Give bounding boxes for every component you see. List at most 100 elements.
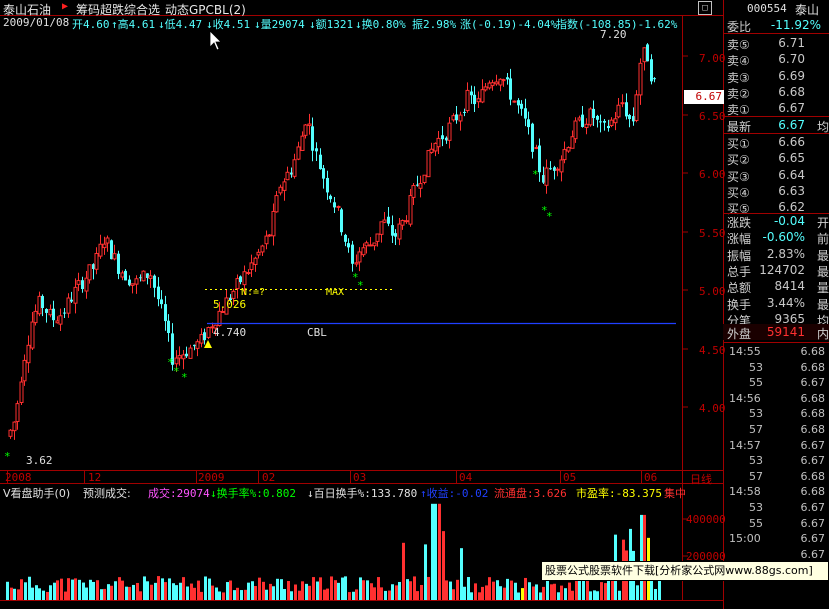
signal-star-marker: * (173, 365, 180, 378)
row-value: -0.60% (762, 230, 805, 245)
volume-bar (107, 584, 110, 600)
volume-bar (406, 579, 409, 600)
volume-bar (312, 577, 315, 600)
volume-bar (218, 591, 221, 600)
stat-row-5[interactable]: 换手 3.44% 最 (723, 295, 829, 312)
volume-bar (143, 576, 146, 600)
stat-row-4[interactable]: 总额 8414 量 (723, 278, 829, 295)
latest-price-row[interactable]: 最新 6.67 均 (723, 117, 829, 134)
volume-bar (506, 578, 509, 600)
volume-bar (427, 576, 430, 600)
date-label: 06 (644, 471, 658, 484)
volume-bar (100, 589, 103, 600)
row-value: -0.04 (773, 214, 805, 228)
volume-bar (416, 591, 419, 600)
period-tab[interactable]: 日线 (690, 471, 712, 487)
volume-bar (542, 586, 545, 600)
row-value: 8414 (774, 279, 805, 294)
stat-row-2[interactable]: 振幅 2.83% 最 (723, 246, 829, 263)
volume-bar (488, 577, 491, 600)
max-label: MAX (326, 287, 345, 298)
vol-pe: 市盈率:-83.375 (576, 487, 662, 500)
volume-bar (301, 581, 304, 600)
volume-bar (460, 548, 463, 600)
volume-bar (316, 581, 319, 600)
tick-time: 57 (749, 469, 763, 483)
volume-bar (35, 585, 38, 600)
volume-bar (125, 586, 128, 600)
tick-time: 53 (749, 454, 763, 468)
price-tick: 6.50 (699, 110, 726, 123)
tick-price: 6.68 (800, 391, 826, 405)
volume-bar (136, 582, 139, 600)
outer-volume-row[interactable]: 外盘 59141 内 (723, 324, 829, 341)
stat-row-0[interactable]: 涨跌 -0.04 开 (723, 213, 829, 230)
volume-bar (287, 580, 290, 600)
buy-level-3[interactable]: 买③ 6.64 (723, 167, 829, 184)
candle (206, 326, 211, 340)
current-price-tag: 6.67 (684, 90, 724, 104)
volume-bar (434, 503, 437, 600)
volume-bar (92, 581, 95, 600)
candle (340, 207, 343, 236)
price-tick: 5.00 (699, 285, 726, 298)
buy-level-2[interactable]: 买② 6.65 (723, 150, 829, 167)
volume-bar (499, 586, 502, 600)
volume-bar (654, 589, 657, 600)
signal-star-marker: * (181, 371, 188, 384)
volume-bar (244, 589, 247, 600)
volume-bar (550, 584, 553, 600)
info-high: ↑高4.61 (111, 18, 156, 31)
volume-bar (463, 586, 466, 600)
volume-bar (269, 583, 272, 600)
volume-bar (258, 577, 261, 600)
stat-row-1[interactable]: 涨幅 -0.60% 前 (723, 229, 829, 246)
row-value: 6.63 (778, 183, 805, 198)
date-label: 12 (88, 471, 102, 484)
sell-level-4[interactable]: 卖④ 6.70 (723, 51, 829, 68)
volume-bar (593, 590, 596, 600)
volume-bar (298, 590, 301, 600)
sell-level-3[interactable]: 卖③ 6.69 (723, 68, 829, 85)
sell-level-1[interactable]: 卖① 6.67 (723, 100, 829, 117)
tick-price: 6.67 (800, 501, 826, 514)
min-price-label: 3.62 (26, 454, 53, 467)
volume-bar (74, 578, 77, 600)
volume-bar (204, 576, 207, 600)
price-tick: 5.50 (699, 227, 726, 240)
volume-bar (114, 581, 117, 600)
sell-level-5[interactable]: 卖⑤ 6.71 (723, 35, 829, 52)
volume-bar (578, 578, 581, 600)
sell-level-2[interactable]: 卖② 6.68 (723, 84, 829, 101)
tick-price: 6.67 (800, 376, 826, 390)
buy-level-4[interactable]: 买④ 6.63 (723, 183, 829, 200)
volume-bar (478, 592, 481, 600)
tick-price: 6.67 (800, 454, 826, 468)
tick-time: 14:58 (729, 485, 761, 499)
price-tick: 6.00 (699, 168, 726, 181)
volume-bar (470, 592, 473, 600)
volume-bar (146, 581, 149, 600)
volume-bar (226, 582, 229, 600)
trade-tick-row: 53 6.67 (723, 453, 829, 468)
volume-bar (546, 579, 549, 600)
vol-indicator-name[interactable]: V看盘助手(0) (3, 485, 70, 501)
play-arrow-icon[interactable]: ▶ (62, 1, 68, 12)
volume-bar (186, 586, 189, 600)
volume-bar (6, 581, 9, 600)
trade-tick-row: 15:00 6.67 (723, 531, 829, 546)
stat-row-3[interactable]: 总手 124702 最 (723, 262, 829, 279)
volume-bar (82, 582, 85, 600)
volume-bar (600, 582, 603, 600)
row-value: 6.67 (778, 101, 805, 116)
vol-extra: 集中 (664, 487, 686, 500)
restore-window-icon[interactable]: □ (698, 1, 712, 15)
panel-header: 000554 泰山 (723, 1, 829, 17)
volume-bar (553, 583, 556, 600)
signal-star-marker: * (4, 450, 11, 463)
volume-bar (172, 583, 175, 600)
volume-bar (175, 585, 178, 600)
volume-bar (618, 590, 621, 600)
volume-bar (164, 582, 167, 600)
buy-level-1[interactable]: 买① 6.66 (723, 134, 829, 151)
